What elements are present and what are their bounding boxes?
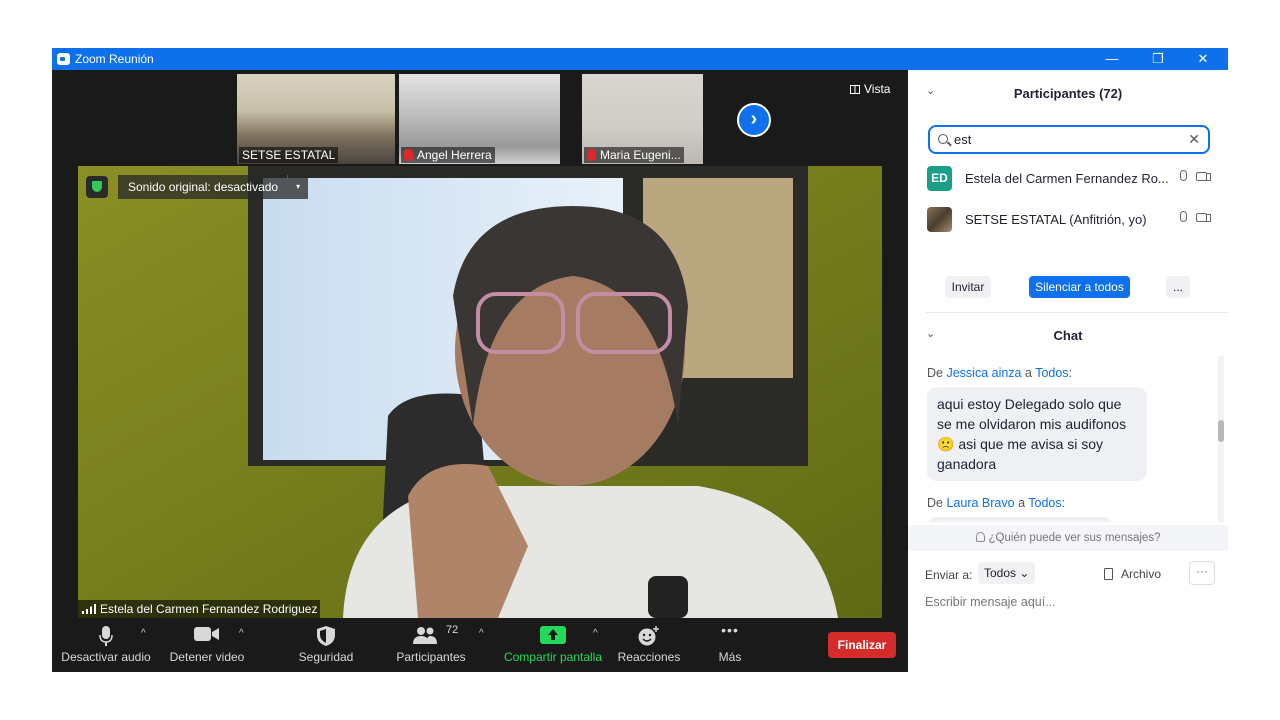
zoom-app-icon [57, 53, 70, 65]
video-options-caret[interactable]: ^ [239, 628, 244, 639]
chat-title: Chat [1053, 328, 1083, 343]
smiley-plus-icon [638, 626, 660, 649]
chat-compose-input[interactable]: Escribir mensaje aquí... [925, 595, 1056, 609]
mic-muted-icon [587, 149, 596, 161]
invite-button[interactable]: Invitar [945, 276, 991, 298]
scrollbar-thumb[interactable] [1218, 420, 1224, 442]
mic-muted-icon [404, 149, 413, 161]
encryption-shield-icon[interactable] [86, 176, 108, 198]
participant-name: SETSE ESTATAL (Anfitrión, yo) [965, 212, 1147, 227]
share-screen-icon [540, 626, 566, 647]
close-button[interactable]: ✕ [1180, 48, 1226, 70]
thumbnail-label: Angel Herrera [401, 147, 495, 163]
participant-row[interactable]: ED Estela del Carmen Fernandez Ro... [926, 166, 1216, 194]
window-title: Zoom Reunión [75, 52, 154, 66]
stop-video-button[interactable]: Detener video [164, 618, 250, 672]
chevron-down-icon[interactable]: ▾ [287, 175, 308, 199]
clear-search-icon[interactable]: ✕ [1188, 131, 1200, 148]
share-screen-button[interactable]: Compartir pantalla [500, 618, 606, 672]
avatar [927, 207, 952, 232]
original-sound-menu[interactable]: Sonido original: desactivado ▾ [118, 175, 309, 199]
meeting-toolbar: Desactivar audio ^ Detener video ^ Segur… [52, 618, 908, 672]
thumbnail-maria[interactable]: Maria Eugeni... [582, 74, 703, 164]
thumbnail-angel[interactable]: Angel Herrera [399, 74, 560, 164]
message-sender-line: De Laura Bravo a Todos: [927, 496, 1066, 510]
reactions-button[interactable]: Reacciones [616, 618, 682, 672]
audio-options-caret[interactable]: ^ [141, 628, 146, 639]
speaker-name-label: Estela del Carmen Fernandez Rodriguez [78, 600, 321, 618]
send-to-select[interactable]: Todos ⌄ [978, 562, 1036, 584]
more-dots-icon: ••• [721, 622, 739, 638]
file-icon [1104, 568, 1113, 580]
recipient-name[interactable]: Todos [1028, 496, 1061, 510]
share-options-caret[interactable]: ^ [593, 628, 598, 639]
chat-more-button[interactable]: ··· [1189, 561, 1215, 585]
who-can-see-messages[interactable]: ¿Quién puede ver sus mensajes? [908, 525, 1228, 551]
signal-strength-icon [82, 604, 96, 614]
person-icon [975, 532, 985, 542]
view-button[interactable]: Vista [850, 82, 890, 96]
search-input[interactable] [954, 130, 1174, 149]
video-camera-icon[interactable] [1196, 172, 1211, 181]
microphone-icon[interactable] [1180, 170, 1187, 181]
divider [926, 312, 1228, 313]
zoom-window: Zoom Reunión — ❐ ✕ SETSE ESTATAL Angel H… [52, 48, 1228, 672]
shield-icon [317, 626, 335, 649]
end-meeting-button[interactable]: Finalizar [828, 632, 896, 658]
search-icon [938, 134, 948, 144]
right-sidebar: ⌄ Participantes (72) ✕ ED Estela del Car… [908, 70, 1228, 672]
participants-icon [413, 626, 437, 647]
participants-title: Participantes (72) [1013, 86, 1123, 101]
participant-row[interactable]: SETSE ESTATAL (Anfitrión, yo) [926, 207, 1216, 235]
thumbnail-label: Maria Eugeni... [584, 147, 684, 163]
sender-name[interactable]: Jessica ainza [946, 366, 1021, 380]
chevron-down-icon: ⌄ [1019, 566, 1030, 580]
thumbnail-label: SETSE ESTATAL [239, 147, 339, 163]
avatar: ED [927, 166, 952, 191]
chat-messages[interactable]: De Jessica ainza a Todos: aqui estoy Del… [908, 356, 1228, 522]
video-area: SETSE ESTATAL Angel Herrera Maria Eugeni… [52, 70, 908, 672]
video-camera-icon[interactable] [1196, 213, 1211, 222]
file-button[interactable]: Archivo [1104, 567, 1161, 581]
message-bubble: aqui estoy Delegado solo que se me olvid… [927, 387, 1147, 481]
participants-button[interactable]: 72 Participantes [392, 618, 470, 672]
message-sender-line: De Jessica ainza a Todos: [927, 366, 1073, 380]
sender-name[interactable]: Laura Bravo [946, 496, 1014, 510]
participants-more-button[interactable]: ... [1166, 276, 1190, 298]
next-page-button[interactable]: › [737, 103, 771, 137]
video-camera-icon [194, 626, 220, 645]
mute-all-button[interactable]: Silenciar a todos [1029, 276, 1130, 298]
participants-options-caret[interactable]: ^ [479, 628, 484, 639]
more-button[interactable]: ••• Más [706, 618, 754, 672]
participants-count: 72 [446, 624, 459, 636]
mute-audio-button[interactable]: Desactivar audio [60, 618, 152, 672]
thumbnail-setse[interactable]: SETSE ESTATAL [237, 74, 395, 164]
participant-name: Estela del Carmen Fernandez Ro... [965, 171, 1169, 186]
participant-search[interactable]: ✕ [928, 125, 1210, 154]
send-to-label: Enviar a: [925, 568, 973, 582]
chat-scrollbar[interactable] [1218, 356, 1224, 522]
minimize-button[interactable]: — [1089, 48, 1135, 70]
message-bubble [927, 517, 1113, 522]
active-speaker-video[interactable]: Sonido original: desactivado ▾ Estela de… [78, 166, 882, 618]
microphone-icon[interactable] [1180, 211, 1187, 222]
grid-icon [850, 85, 860, 94]
restore-button[interactable]: ❐ [1135, 48, 1181, 70]
security-button[interactable]: Seguridad [290, 618, 362, 672]
title-bar: Zoom Reunión — ❐ ✕ [52, 48, 1228, 70]
microphone-icon [99, 626, 113, 649]
speaker-video-frame [78, 166, 882, 618]
recipient-name[interactable]: Todos [1035, 366, 1068, 380]
